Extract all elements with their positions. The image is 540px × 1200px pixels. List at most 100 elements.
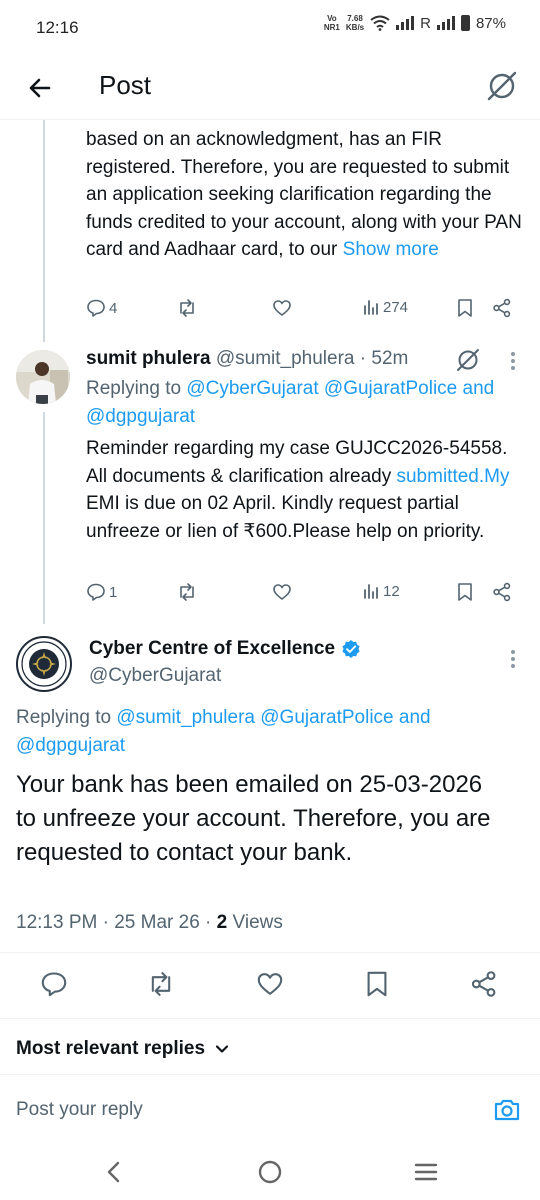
reply-icon (87, 299, 105, 317)
repost-icon (180, 299, 194, 317)
bookmark-button[interactable] (456, 298, 474, 318)
share-icon (471, 971, 496, 997)
views-count: 12 (383, 582, 400, 600)
back-button[interactable] (22, 70, 58, 106)
mention-link[interactable]: @dgpgujarat (86, 406, 195, 427)
grok-icon (487, 71, 517, 101)
nav-back-button[interactable] (100, 1158, 128, 1186)
thread-line-top (43, 120, 45, 342)
replying-to: Replying to @sumit_phulera @GujaratPolic… (16, 704, 516, 760)
reply-count: 4 (109, 299, 118, 317)
reply-button[interactable]: 4 (86, 298, 117, 318)
views-button[interactable]: 274 (362, 298, 408, 316)
network-type-indicator: Vo NR1 (324, 14, 340, 32)
inline-link[interactable]: submitted.My (396, 466, 509, 487)
system-navigation-bar (0, 1144, 540, 1200)
mention-link[interactable]: @CyberGujarat (186, 378, 318, 399)
camera-button[interactable] (492, 1095, 522, 1125)
like-button[interactable] (272, 582, 292, 602)
share-button[interactable] (470, 970, 498, 998)
author-name[interactable]: sumit phulera (86, 348, 211, 369)
thread-line-mid (43, 412, 45, 624)
bookmark-icon (458, 583, 472, 601)
network-type-bottom: NR1 (323, 23, 340, 32)
divider (0, 952, 540, 953)
recents-icon (414, 1163, 438, 1181)
reply-post-text: Reminder regarding my case GUJCC2026-545… (86, 435, 518, 545)
views-label: Views (232, 912, 283, 933)
police-emblem-logo (20, 640, 68, 688)
user-photo-icon (16, 350, 70, 404)
share-icon (493, 582, 511, 602)
share-button[interactable] (492, 298, 512, 318)
reply-composer: Post your reply (0, 1074, 540, 1144)
reply-button[interactable]: 1 (86, 582, 117, 602)
avatar[interactable] (16, 350, 70, 404)
like-button[interactable] (256, 970, 284, 998)
reply-post-header: sumit phulera @sumit_phulera · 52m (86, 346, 486, 372)
views-button[interactable]: 12 (362, 582, 400, 600)
signal-icon (396, 16, 415, 30)
replies-sort-dropdown[interactable]: Most relevant replies (16, 1038, 231, 1060)
grok-button[interactable] (454, 346, 482, 374)
mention-link[interactable]: @dgpgujarat (16, 735, 125, 756)
chevron-left-icon (107, 1161, 120, 1183)
bookmark-icon (458, 299, 472, 317)
net-speed-unit: KB/s (345, 23, 365, 32)
post-time: · 52m (359, 348, 409, 369)
nav-recents-button[interactable] (412, 1158, 440, 1186)
repost-button[interactable] (176, 582, 198, 602)
more-options-button[interactable] (505, 349, 521, 373)
home-circle-icon (258, 1160, 282, 1184)
author-name[interactable]: Cyber Centre of Excellence (89, 636, 335, 662)
reply-icon (87, 583, 105, 601)
bookmark-button[interactable] (364, 970, 390, 998)
repost-icon (151, 972, 171, 996)
bookmark-button[interactable] (456, 582, 474, 602)
repost-button[interactable] (176, 298, 198, 318)
replying-to-label: Replying to (16, 707, 112, 728)
net-speed-indicator: 7.68 KB/s (346, 14, 364, 32)
previous-post-body: based on an acknowledgment, has an FIR r… (86, 129, 522, 260)
post-timestamp: 12:13 PM · 25 Mar 26 · 2 Views (16, 910, 516, 936)
like-button[interactable] (272, 298, 292, 318)
status-time: 12:16 (36, 18, 79, 37)
share-icon (493, 298, 511, 318)
reply-input[interactable]: Post your reply (16, 1099, 143, 1121)
reply-icon (41, 972, 67, 997)
divider (0, 1018, 540, 1019)
top-app-bar: Post (0, 58, 540, 120)
reply-button[interactable] (40, 970, 68, 998)
roaming-indicator: R (420, 14, 431, 32)
network-type-top: Vo (327, 14, 337, 23)
nav-home-button[interactable] (256, 1158, 284, 1186)
timestamp-text: 12:13 PM · 25 Mar 26 · (16, 912, 212, 933)
chevron-down-icon (215, 1045, 229, 1053)
mention-link[interactable]: @GujaratPolice (324, 378, 457, 399)
replying-to-label: Replying to (86, 378, 182, 399)
show-more-link[interactable]: Show more (343, 239, 439, 260)
mention-link[interactable]: @GujaratPolice (260, 707, 393, 728)
repost-button[interactable] (146, 970, 176, 998)
replies-sort-label: Most relevant replies (16, 1038, 206, 1059)
bookmark-icon (367, 971, 387, 997)
previous-post-actions: 4 274 (86, 298, 526, 326)
replying-to: Replying to @CyberGujarat @GujaratPolice… (86, 375, 526, 431)
heart-icon (273, 300, 291, 316)
heart-icon (273, 584, 291, 600)
status-bar: 12:16 Vo NR1 7.68 KB/s R 87% (0, 0, 540, 58)
share-button[interactable] (492, 582, 512, 602)
mention-link[interactable]: @sumit_phulera (116, 707, 255, 728)
grok-button[interactable] (484, 68, 520, 104)
views-count: 2 (216, 912, 228, 933)
avatar[interactable] (16, 636, 72, 692)
net-speed-value: 7.68 (347, 14, 363, 23)
more-options-button[interactable] (505, 647, 521, 671)
author-handle[interactable]: @CyberGujarat (89, 662, 469, 690)
back-arrow-icon (29, 78, 51, 98)
main-post-text: Your bank has been emailed on 25-03-2026… (16, 771, 491, 866)
author-handle[interactable]: @sumit_phulera (216, 348, 355, 369)
mention-and: and (398, 707, 431, 728)
repost-icon (180, 583, 194, 601)
status-icons: Vo NR1 7.68 KB/s R 87% (324, 14, 506, 32)
